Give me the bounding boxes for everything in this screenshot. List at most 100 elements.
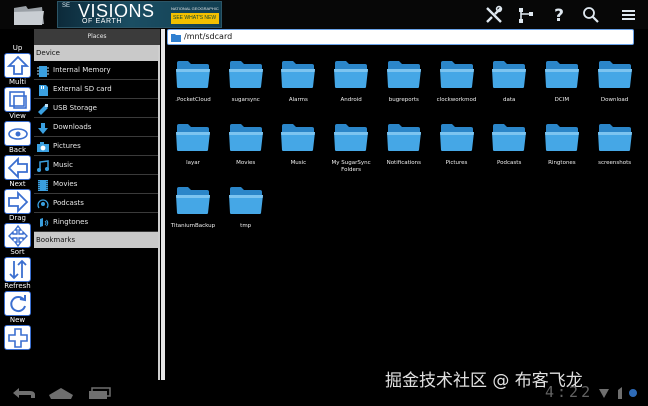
next-button-label: Next: [9, 180, 26, 188]
place-item-usb-storage[interactable]: USB Storage: [34, 100, 158, 118]
place-item-label: Pictures: [53, 142, 81, 150]
back-button[interactable]: Back: [1, 146, 34, 181]
device-section-header[interactable]: Device: [34, 45, 158, 61]
folder-icon: [492, 124, 527, 151]
folder-item[interactable]: Movies: [220, 115, 272, 177]
folder-icon: [281, 124, 316, 151]
folder-label: .PocketCloud: [175, 97, 211, 103]
svg-text:?: ?: [554, 6, 564, 25]
folder-label: Movies: [236, 160, 256, 166]
place-item-pictures[interactable]: Pictures: [34, 138, 158, 156]
folder-icon: [228, 61, 263, 88]
usb-icon: [38, 104, 48, 115]
folder-item[interactable]: sugarsync: [220, 52, 272, 114]
folder-icon: [176, 187, 210, 214]
folder-icon: [544, 124, 579, 151]
drag-button[interactable]: Drag: [1, 214, 34, 249]
folder-item[interactable]: Alarms: [272, 52, 324, 114]
overflow-menu-icon[interactable]: [619, 5, 639, 25]
refresh-icon: [10, 295, 26, 313]
folder-icon: [228, 124, 263, 151]
folder-label: Music: [290, 160, 307, 166]
folder-item[interactable]: DCIM: [536, 52, 588, 114]
place-item-movies[interactable]: Movies: [34, 176, 158, 194]
place-item-downloads[interactable]: Downloads: [34, 119, 158, 137]
memory-icon: [37, 66, 49, 77]
folder-icon: [281, 61, 316, 88]
film-icon: [38, 180, 48, 191]
refresh-button[interactable]: Refresh: [1, 282, 34, 317]
eye-icon: [8, 128, 28, 140]
podcast-icon: [37, 199, 49, 209]
new-button[interactable]: New: [1, 316, 34, 351]
places-header: Places: [34, 29, 160, 45]
folder-item[interactable]: Podcasts: [483, 115, 535, 177]
search-icon[interactable]: [581, 5, 601, 25]
folder-item[interactable]: screenshots: [589, 115, 641, 177]
sort-button[interactable]: Sort: [1, 248, 34, 283]
back-nav-icon[interactable]: [10, 386, 38, 400]
folder-label: clockworkmod: [436, 97, 477, 103]
folder-icon: [386, 124, 421, 151]
multi-button-label: Multi: [8, 78, 27, 86]
folder-icon: [228, 187, 263, 214]
pane-divider[interactable]: [160, 29, 166, 380]
up-button[interactable]: Up: [1, 44, 34, 79]
help-icon[interactable]: ?: [549, 5, 569, 25]
path-text: /mnt/sdcard: [184, 32, 233, 41]
folder-icon: [386, 61, 421, 88]
folder-icon: [439, 124, 474, 151]
next-button[interactable]: Next: [1, 180, 34, 215]
folder-item[interactable]: Pictures: [431, 115, 483, 177]
folder-item[interactable]: clockworkmod: [431, 52, 483, 114]
folder-icon: [544, 61, 579, 88]
bookmark-tree-icon[interactable]: [516, 5, 536, 25]
place-item-external-sd[interactable]: External SD card: [34, 81, 158, 99]
new-button-label: New: [9, 316, 26, 324]
place-item-label: Internal Memory: [53, 66, 111, 74]
folder-item[interactable]: bugreports: [378, 52, 430, 114]
folder-item[interactable]: data: [483, 52, 535, 114]
folder-item[interactable]: Notifications: [378, 115, 430, 177]
home-nav-icon[interactable]: [47, 385, 75, 400]
ad-banner[interactable]: SE VISIONS OF EARTH NATIONAL GEOGRAPHIC …: [57, 1, 222, 28]
place-item-label: Movies: [53, 180, 78, 188]
place-item-label: USB Storage: [53, 104, 97, 112]
recent-apps-icon[interactable]: [86, 386, 112, 400]
folder-item[interactable]: tmp: [220, 178, 272, 240]
folder-item[interactable]: Download: [589, 52, 641, 114]
sort-icon: [9, 259, 27, 280]
plus-icon: [8, 328, 28, 348]
left-toolbar: Up Multi View Back Next Drag Sort Refres…: [0, 44, 34, 351]
multi-button[interactable]: Multi: [1, 78, 34, 113]
view-button[interactable]: View: [1, 112, 34, 147]
path-field[interactable]: /mnt/sdcard: [167, 29, 634, 45]
place-item-music[interactable]: Music: [34, 157, 158, 175]
folder-icon: [492, 61, 527, 88]
folder-item[interactable]: Android: [325, 52, 377, 114]
tools-icon[interactable]: [484, 5, 504, 25]
place-item-ringtones[interactable]: Ringtones: [34, 214, 158, 232]
folder-label: TitaniumBackup: [170, 223, 216, 229]
folder-item[interactable]: layar: [167, 115, 219, 177]
folder-icon: [176, 61, 210, 88]
refresh-button-label: Refresh: [4, 282, 31, 290]
wifi-icon: [599, 389, 609, 398]
place-item-podcasts[interactable]: Podcasts: [34, 195, 158, 213]
folder-item[interactable]: .PocketCloud: [167, 52, 219, 114]
folder-item[interactable]: Music: [272, 115, 324, 177]
folder-label: Ringtones: [548, 160, 576, 166]
place-item-internal-memory[interactable]: Internal Memory: [34, 62, 158, 80]
places-panel: Places Device Internal Memory External S…: [34, 29, 161, 380]
ad-banner-small: SE: [62, 3, 71, 9]
folder-item[interactable]: TitaniumBackup: [167, 178, 219, 240]
sdcard-icon: [39, 85, 48, 96]
app-folder-icon[interactable]: [8, 2, 48, 27]
folder-label: screenshots: [598, 160, 632, 166]
up-button-label: Up: [12, 44, 23, 52]
folder-item[interactable]: My SugarSync Folders: [325, 115, 377, 177]
folder-label: DCIM: [554, 97, 570, 103]
folder-label: data: [502, 97, 516, 103]
bookmarks-section-header[interactable]: Bookmarks: [34, 232, 158, 248]
folder-item[interactable]: Ringtones: [536, 115, 588, 177]
